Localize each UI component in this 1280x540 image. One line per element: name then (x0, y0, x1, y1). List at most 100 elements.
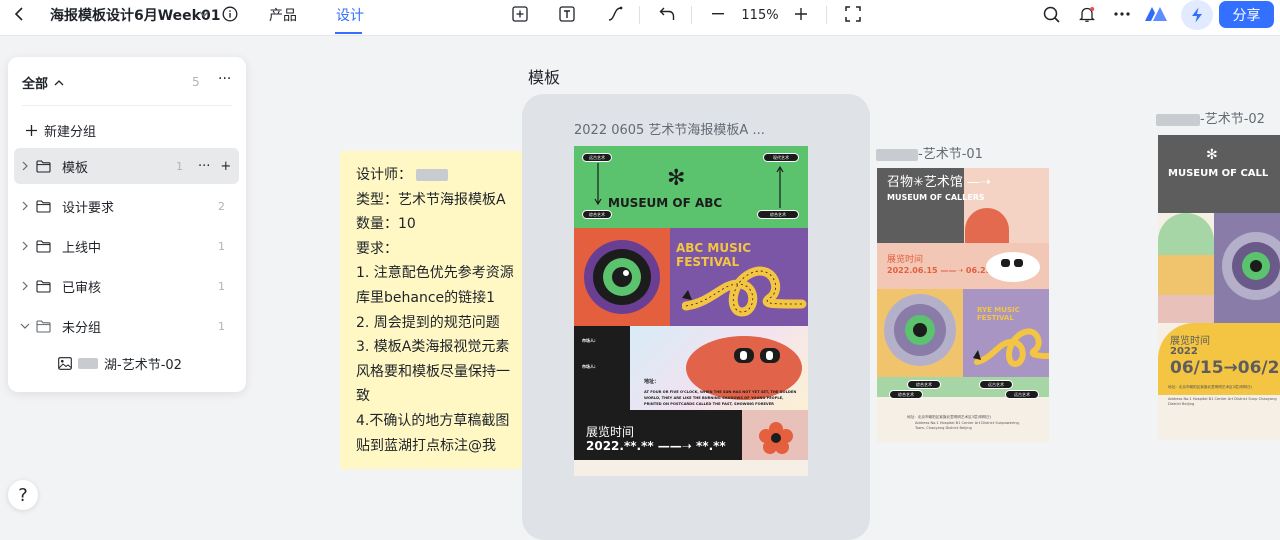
add-frame-icon[interactable] (510, 4, 530, 24)
flower-graphic (759, 422, 793, 454)
connector-tool-icon[interactable] (605, 4, 625, 24)
ai-assistant-button[interactable] (1181, 0, 1213, 30)
panel-header[interactable]: 全部 (22, 73, 64, 92)
poster-body-text: AT FOUR OR FIVE O'CLOCK, WHEN THE SUN HA… (644, 390, 797, 394)
bell-icon[interactable] (1077, 4, 1097, 24)
chevron-right-icon[interactable] (14, 201, 36, 211)
toolbar-divider (639, 6, 640, 24)
group-count: 1 (218, 239, 225, 253)
more-icon[interactable] (1112, 4, 1132, 24)
poster-address-en: Address No.1 Hospital B1 Center Art Dist… (1168, 397, 1277, 406)
redacted-text (78, 358, 98, 369)
folder-icon (36, 279, 58, 293)
poster-label: 市场人: (582, 364, 596, 369)
group-add-icon[interactable]: + (220, 159, 231, 174)
group-count: 1 (176, 159, 183, 173)
document-title[interactable]: 海报模板设计6月Week01 (50, 4, 220, 26)
eye-graphic (884, 294, 956, 366)
poster-title-cn: 召物✳艺术馆 —➝ (887, 175, 991, 190)
help-button[interactable]: ? (8, 480, 38, 510)
group-item-online[interactable]: 上线中 1 (14, 228, 239, 264)
zoom-in-icon[interactable] (793, 4, 809, 24)
poster-footer (574, 460, 808, 476)
group-label: 模板 (62, 160, 89, 176)
arrow-up-icon (776, 165, 784, 208)
share-button[interactable]: 分享 (1219, 1, 1274, 28)
toolbar-divider (691, 6, 692, 24)
chevron-right-icon[interactable] (14, 241, 36, 251)
divider (22, 105, 232, 106)
new-group-label: 新建分组 (44, 125, 97, 140)
plus-icon (26, 125, 37, 136)
poster-address: 地址：北京市朝阳区紫旗北里明明艺术区3层(明明日) (1168, 385, 1253, 389)
group-label: 上线中 (62, 240, 102, 256)
poster-address: 地址：北京市朝阳区紫旗北里明明艺术区3层(明明日) (907, 415, 992, 419)
poster-date-value: 2022.**.** ——➝ **.** (586, 439, 726, 453)
chevron-down-icon[interactable] (14, 323, 36, 329)
poster-museum-title: MUSEUM OF CALL (1168, 168, 1269, 179)
sticky-line: 3. 模板A类海报视觉元素 (356, 339, 510, 356)
sticky-note[interactable]: 设计师： 类型：艺术节海报模板A 数量：10 要求： 1. 注意配色优先参考资源… (340, 151, 546, 469)
sticky-line: 4.不确认的地方草稿截图 (356, 412, 510, 429)
fullscreen-icon[interactable] (843, 4, 863, 24)
chevron-right-icon[interactable] (14, 281, 36, 291)
poster-tag: 远古艺术 (979, 380, 1013, 389)
poster-tag: 综合艺术 (757, 210, 799, 219)
poster-a[interactable]: 远古艺术 现代艺术 综合艺术 综合艺术 ✻ MUSEUM OF ABC ABC … (574, 146, 808, 476)
poster-b[interactable]: 召物✳艺术馆 —➝ MUSEUM OF CALLERS 展览时间 2022.06… (877, 168, 1049, 442)
group-more-icon[interactable]: ··· (198, 159, 210, 174)
zoom-out-icon[interactable] (710, 4, 726, 24)
redacted-text (416, 169, 449, 181)
group-item-templates[interactable]: 模板 1 ··· + (14, 148, 239, 184)
group-count: 2 (218, 199, 225, 213)
search-icon[interactable] (1041, 4, 1061, 24)
poster-address-label: 地址： (644, 379, 660, 385)
poster-block (1158, 255, 1214, 295)
sticky-line: 致 (356, 388, 370, 405)
chevron-down-icon[interactable] (197, 5, 211, 23)
new-group-button[interactable]: 新建分组 (26, 121, 96, 140)
folder-icon (36, 239, 58, 253)
poster-b-caption[interactable]: -艺术节-01 (876, 143, 983, 162)
arrow-down-icon (594, 163, 602, 206)
poster-tag: 现代艺术 (763, 153, 799, 162)
tab-design[interactable]: 设计 (336, 4, 364, 26)
panel-header-label: 全部 (22, 77, 49, 92)
sticky-line: 类型：艺术节海报模板A (356, 191, 506, 208)
tab-product[interactable]: 产品 (269, 4, 297, 26)
poster-tag: 远古艺术 (1005, 390, 1039, 399)
poster-museum-title: MUSEUM OF ABC (608, 196, 723, 210)
group-count: 1 (218, 319, 225, 333)
info-icon[interactable] (221, 5, 239, 23)
squiggle-graphic (973, 328, 1049, 368)
poster-tag: 综合艺术 (907, 380, 941, 389)
section-title: 模板 (528, 68, 561, 87)
sticky-line: 风格要和模板尽量保持一 (356, 363, 510, 380)
poster-date-label: 展览时间 (586, 425, 635, 439)
poster-c-caption[interactable]: -艺术节-02 (1156, 108, 1265, 127)
child-item-label: 湖-艺术节-02 (104, 358, 182, 373)
group-item-ungrouped[interactable]: 未分组 1 (14, 308, 239, 344)
group-item-reviewed[interactable]: 已审核 1 (14, 268, 239, 304)
group-label: 设计要求 (62, 200, 115, 216)
text-tool-icon[interactable] (557, 4, 577, 24)
folder-open-icon (36, 319, 58, 333)
chevron-right-icon[interactable] (14, 161, 36, 171)
sticky-line: 库里behance的链接1 (356, 289, 496, 306)
frame-caption[interactable]: 2022 0605 艺术节海报模板A ... (574, 119, 765, 138)
brand-logo-icon (1143, 3, 1169, 25)
sticky-line: 1. 注意配色优先参考资源 (356, 265, 514, 282)
sticky-line: 要求： (356, 240, 398, 257)
undo-icon[interactable] (657, 4, 677, 24)
panel-more-icon[interactable]: ··· (218, 71, 231, 87)
group-item-design-requirements[interactable]: 设计要求 2 (14, 188, 239, 224)
zoom-level[interactable]: 115% (737, 4, 783, 26)
image-icon (58, 357, 72, 370)
chevron-up-icon (54, 79, 64, 85)
back-icon[interactable] (10, 4, 28, 24)
group-label: 未分组 (62, 320, 102, 336)
poster-c[interactable]: ✻ MUSEUM OF CALL 展览时间 2022 06/15→06/2 地址… (1158, 135, 1280, 440)
poster-label: 市场人: (582, 338, 596, 343)
ungrouped-child-item[interactable]: 湖-艺术节-02 (58, 354, 182, 373)
poster-shape (1158, 213, 1214, 255)
